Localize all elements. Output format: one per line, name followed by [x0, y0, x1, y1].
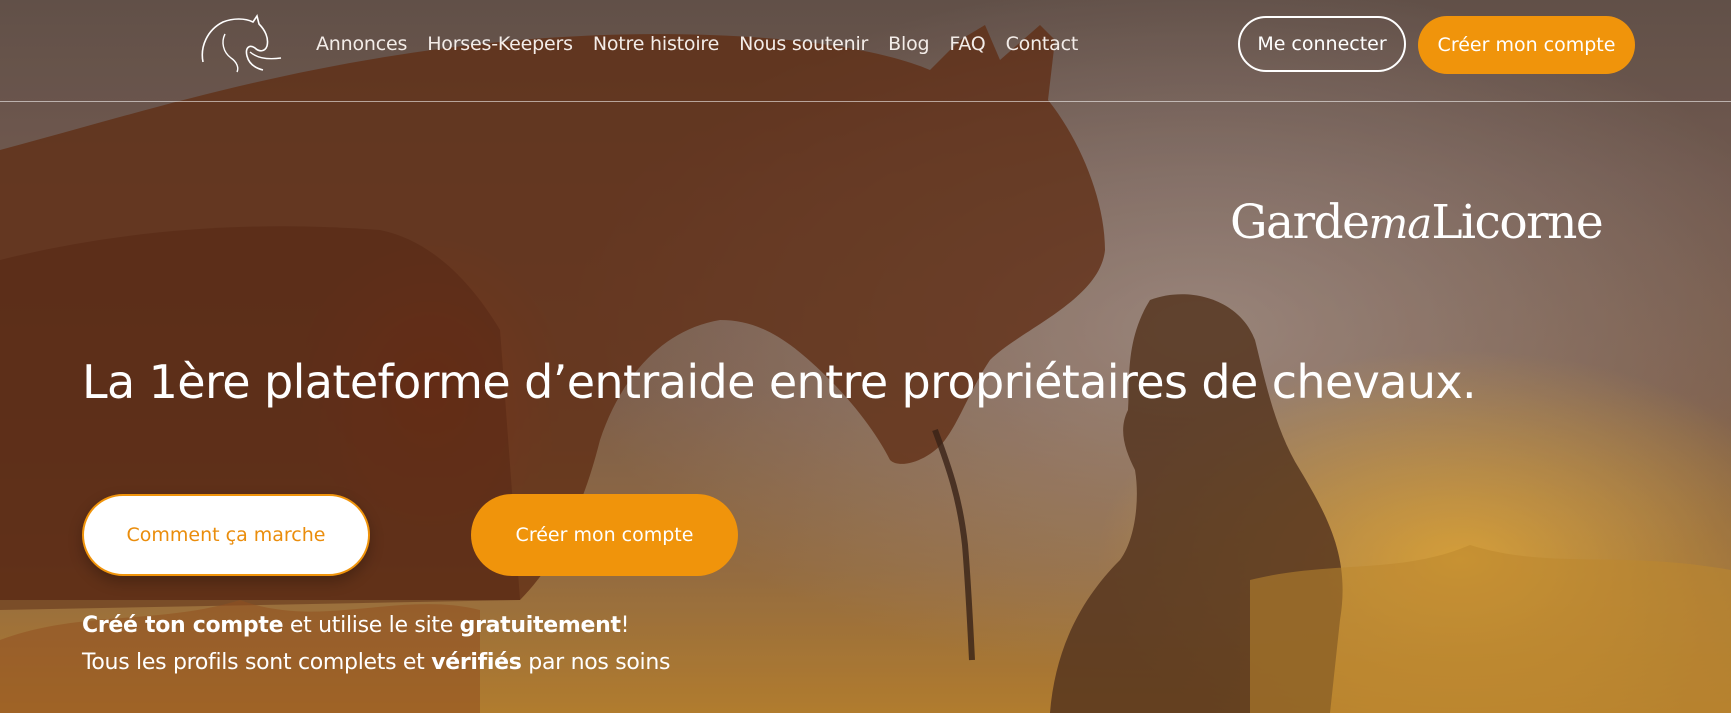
horse-head-logo-icon[interactable]	[195, 12, 285, 74]
hero-headline: La 1ère plateforme d’entraide entre prop…	[82, 355, 1477, 409]
info-line-2: Tous les profils sont complets et vérifi…	[82, 644, 670, 681]
info-create-account-bold: Créé ton compte	[82, 613, 284, 638]
info-text-1: et utilise le site	[283, 613, 460, 638]
brand-part-ma: ma	[1368, 199, 1432, 248]
info-free-bold: gratuitement	[459, 613, 621, 638]
brand-wordmark: GardemaLicorne	[1230, 195, 1604, 250]
nav-annonces[interactable]: Annonces	[316, 33, 407, 55]
brand-part-licorne: Licorne	[1431, 195, 1603, 250]
nav-horses-keepers[interactable]: Horses-Keepers	[427, 33, 573, 55]
info-verified-bold: vérifiés	[431, 650, 522, 675]
hero-info-text: Créé ton compte et utilise le site gratu…	[82, 607, 670, 681]
nav-contact[interactable]: Contact	[1006, 33, 1079, 55]
create-account-header-button[interactable]: Créer mon compte	[1418, 16, 1635, 74]
info-text-4: par nos soins	[521, 650, 671, 675]
nav-notre-histoire[interactable]: Notre histoire	[593, 33, 719, 55]
info-line-1: Créé ton compte et utilise le site gratu…	[82, 607, 670, 644]
how-it-works-button[interactable]: Comment ça marche	[82, 494, 370, 576]
nav-blog[interactable]: Blog	[888, 33, 929, 55]
info-text-2: !	[620, 613, 630, 638]
brand-part-garde: Garde	[1230, 195, 1370, 250]
login-button[interactable]: Me connecter	[1238, 16, 1406, 72]
site-header: Annonces Horses-Keepers Notre histoire N…	[0, 0, 1731, 102]
nav-nous-soutenir[interactable]: Nous soutenir	[739, 33, 868, 55]
create-account-hero-button[interactable]: Créer mon compte	[471, 494, 738, 576]
info-text-3: Tous les profils sont complets et	[82, 650, 432, 675]
main-nav: Annonces Horses-Keepers Notre histoire N…	[316, 33, 1098, 55]
nav-faq[interactable]: FAQ	[949, 33, 985, 55]
